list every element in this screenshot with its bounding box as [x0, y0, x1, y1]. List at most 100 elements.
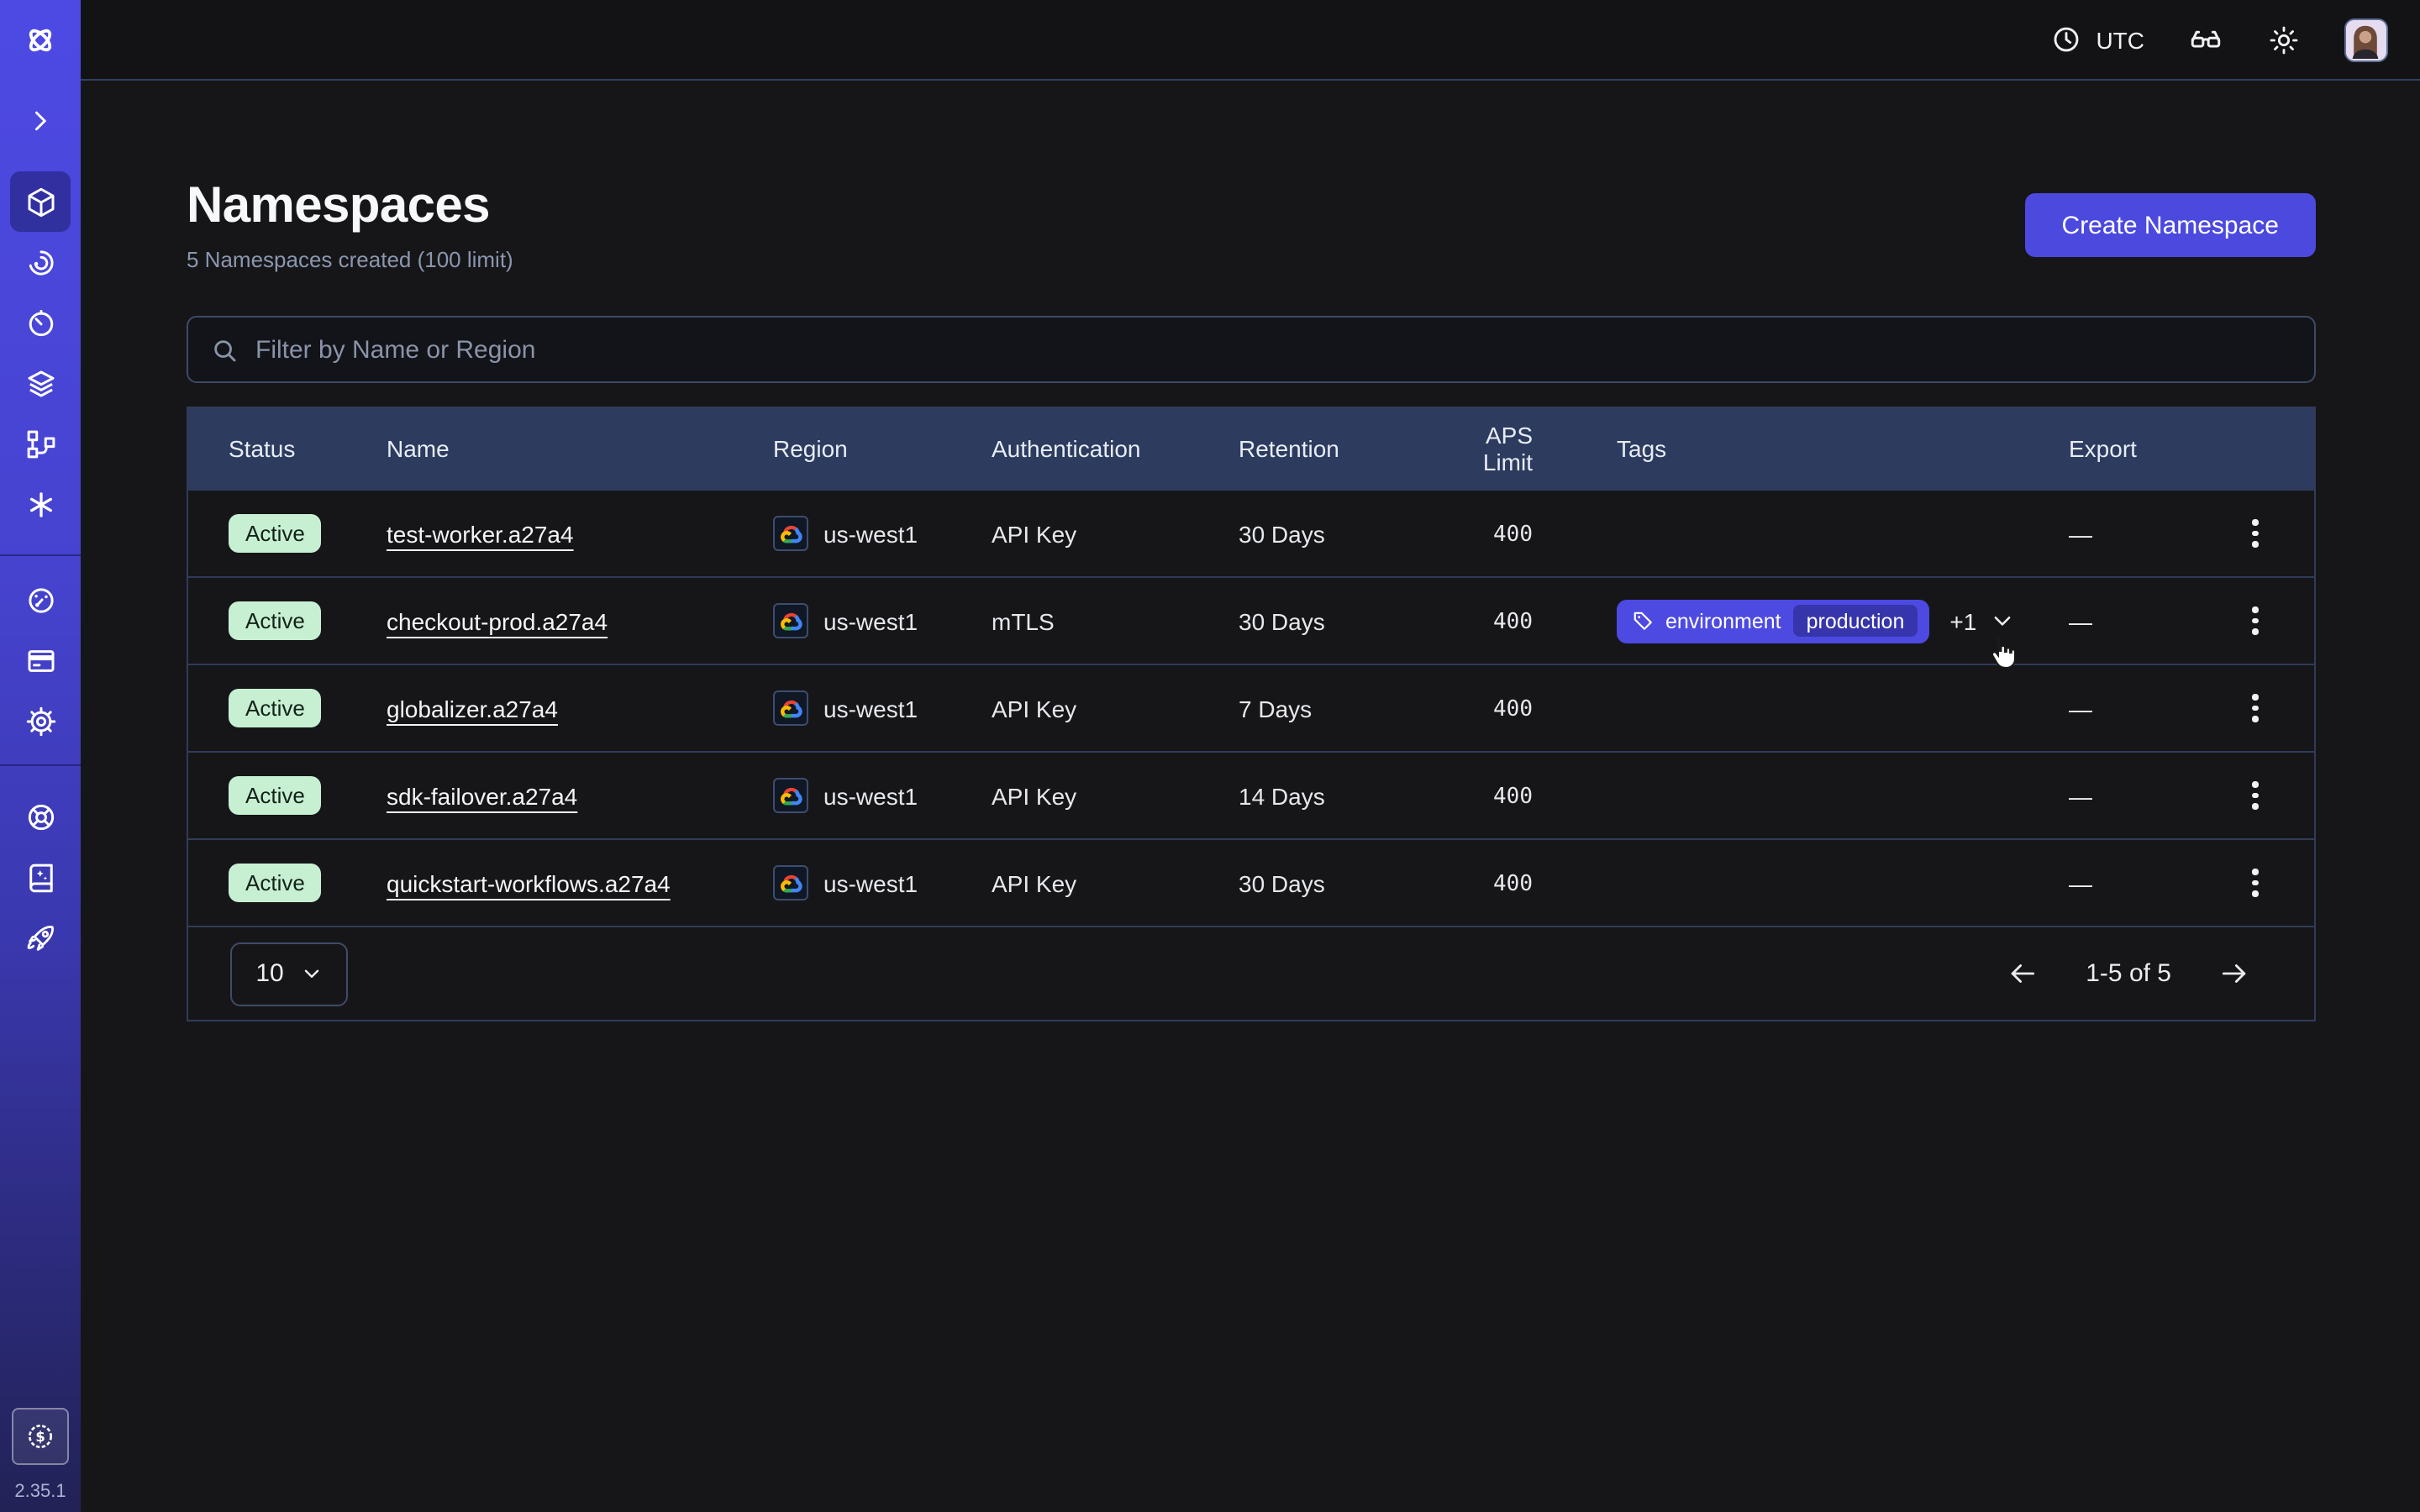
theme-toggle-button[interactable] [2267, 23, 2301, 56]
status-badge: Active [229, 688, 322, 727]
chevron-right-icon [25, 106, 55, 136]
column-header-tags: Tags [1556, 435, 2069, 462]
region-label: us-west1 [823, 869, 918, 896]
region-label: us-west1 [823, 607, 918, 634]
row-menu-button[interactable] [2196, 695, 2314, 722]
cube-icon [23, 184, 58, 219]
sidebar-item-billing[interactable] [10, 630, 71, 690]
namespace-link[interactable]: quickstart-workflows.a27a4 [387, 869, 671, 896]
table-row: Active test-worker.a27a4 us-west1 API Ke… [188, 489, 2314, 576]
temporal-logo-icon [20, 0, 60, 81]
page-size-value: 10 [255, 959, 283, 988]
table-row: Active quickstart-workflows.a27a4 us-wes… [188, 838, 2314, 926]
tag-key: environment [1665, 609, 1781, 633]
pagination-range: 1-5 of 5 [2086, 959, 2171, 988]
row-menu-button[interactable] [2196, 782, 2314, 810]
gcp-region-icon [773, 690, 808, 726]
tag-chip[interactable]: environment production [1617, 599, 1929, 643]
sidebar-item-support[interactable] [10, 786, 71, 847]
sidebar-item-namespaces[interactable] [10, 171, 71, 232]
timezone-selector[interactable]: UTC [2050, 24, 2144, 55]
column-header-aps-limit: APS Limit [1430, 422, 1556, 475]
labs-toggle-button[interactable] [2188, 22, 2223, 57]
tag-icon [1632, 610, 1654, 632]
page-header: Namespaces 5 Namespaces created (100 lim… [187, 178, 2316, 272]
aps-limit-cell: 400 [1493, 697, 1533, 722]
sidebar-expand-button[interactable] [10, 91, 71, 151]
search-bar[interactable] [187, 316, 2316, 383]
search-input[interactable] [255, 335, 2292, 364]
aps-limit-cell: 400 [1493, 610, 1533, 635]
gcp-region-icon [773, 516, 808, 551]
sidebar-item-usage[interactable] [10, 570, 71, 630]
previous-page-button[interactable] [2007, 958, 2039, 990]
sidebar-item-schedules[interactable] [10, 292, 71, 353]
auth-cell: API Key [992, 869, 1239, 896]
retention-cell: 30 Days [1239, 607, 1430, 634]
chevron-down-icon [301, 963, 323, 984]
table-header-row: Status Name Region Authentication Retent… [188, 408, 2314, 489]
gcp-region-icon [773, 603, 808, 638]
lifebuoy-icon [23, 799, 58, 834]
next-page-button[interactable] [2218, 958, 2250, 990]
retention-cell: 7 Days [1239, 695, 1430, 722]
namespace-link[interactable]: test-worker.a27a4 [387, 520, 574, 547]
sidebar-item-docs[interactable] [10, 847, 71, 907]
sidebar-item-nexus[interactable] [10, 474, 71, 534]
sun-icon [2267, 23, 2301, 56]
retention-cell: 30 Days [1239, 520, 1430, 547]
search-icon [210, 335, 239, 364]
user-avatar[interactable] [2344, 18, 2388, 61]
sidebar-item-workflows[interactable] [10, 232, 71, 292]
gcp-region-icon [773, 778, 808, 813]
namespaces-table: Status Name Region Authentication Retent… [187, 407, 2316, 1021]
tags-more-count: +1 [1949, 607, 1976, 634]
auth-cell: mTLS [992, 607, 1239, 634]
topbar: UTC [81, 0, 2420, 81]
arrow-right-icon [2218, 958, 2250, 990]
dollar-badge-icon: $ [24, 1420, 57, 1453]
namespace-link[interactable]: checkout-prod.a27a4 [387, 607, 608, 634]
gauge-icon [23, 582, 58, 617]
status-badge: Active [229, 601, 322, 640]
sidebar-item-getting-started[interactable] [10, 907, 71, 968]
sidebar-divider [0, 764, 81, 766]
sidebar-item-settings[interactable] [10, 690, 71, 751]
column-header-region: Region [773, 435, 992, 462]
page-title: Namespaces [187, 178, 513, 235]
column-header-name: Name [387, 435, 773, 462]
create-namespace-button[interactable]: Create Namespace [2025, 193, 2316, 257]
table-row: Active globalizer.a27a4 us-west1 API Key… [188, 664, 2314, 751]
svg-text:$: $ [35, 1429, 45, 1445]
namespace-link[interactable]: sdk-failover.a27a4 [387, 782, 577, 809]
sidebar-item-deployments[interactable] [10, 353, 71, 413]
timer-icon [23, 305, 58, 340]
page-subtitle: 5 Namespaces created (100 limit) [187, 247, 513, 272]
status-badge: Active [229, 863, 322, 902]
gcp-region-icon [773, 865, 808, 900]
sidebar-item-worker-deployments[interactable] [10, 413, 71, 474]
credits-badge-button[interactable]: $ [12, 1408, 69, 1465]
sidebar-divider [0, 554, 81, 556]
page-size-select[interactable]: 10 [230, 942, 348, 1005]
tags-expand-button[interactable] [1990, 608, 2015, 633]
app-window: $ 2.35.1 UTC [0, 0, 2420, 1512]
aps-limit-cell: 400 [1493, 785, 1533, 810]
branch-icon [23, 426, 58, 461]
table-row: Active checkout-prod.a27a4 us-west1 mTLS… [188, 576, 2314, 664]
region-label: us-west1 [823, 695, 918, 722]
billing-card-icon [23, 643, 58, 678]
row-menu-button[interactable] [2196, 520, 2314, 548]
row-menu-button[interactable] [2196, 869, 2314, 897]
row-menu-button[interactable] [2196, 607, 2314, 635]
column-header-status: Status [188, 435, 387, 462]
tags-cell: environment production +1 [1556, 599, 2069, 643]
retention-cell: 30 Days [1239, 869, 1430, 896]
export-cell: — [2069, 520, 2196, 547]
sidebar: $ 2.35.1 [0, 0, 81, 1512]
column-header-authentication: Authentication [992, 435, 1239, 462]
namespace-link[interactable]: globalizer.a27a4 [387, 695, 558, 722]
region-label: us-west1 [823, 520, 918, 547]
rocket-icon [23, 920, 58, 955]
layers-icon [23, 365, 58, 401]
